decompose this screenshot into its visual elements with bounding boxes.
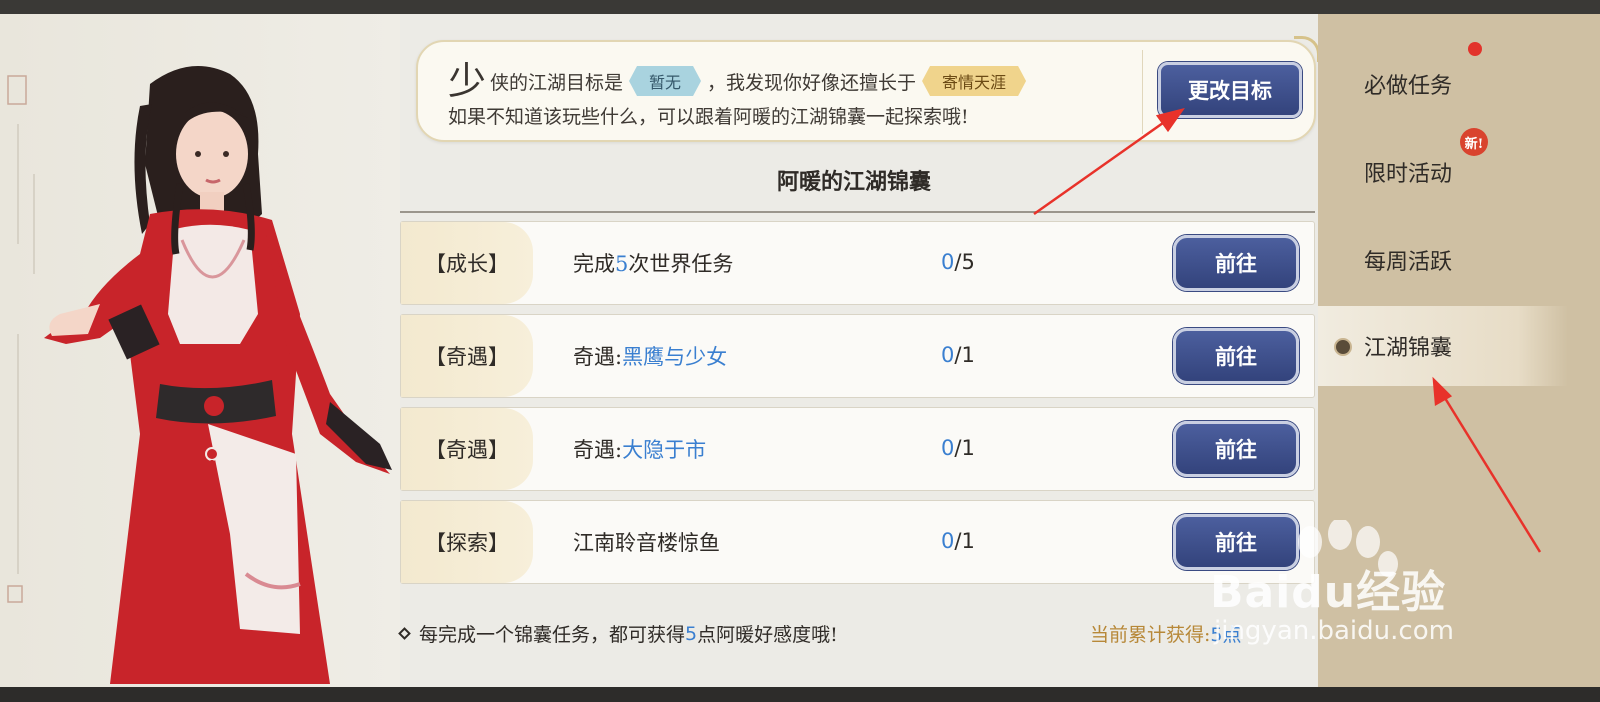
task-description: 奇遇:黑鹰与少女 — [573, 345, 728, 369]
speech-line-2: 如果不知道该玩些什么，可以跟着阿暖的江湖锦囊一起探索哦! — [448, 106, 969, 128]
nav-jianghu-tips[interactable]: 江湖锦囊 — [1318, 306, 1568, 386]
nav-required-tasks[interactable]: 必做任务 — [1318, 42, 1548, 124]
go-button[interactable]: 前往 — [1173, 421, 1299, 477]
character-illustration — [7, 66, 392, 684]
task-description: 奇遇:大隐于市 — [573, 438, 707, 462]
task-category: 【奇遇】 — [401, 408, 533, 490]
speech-text-b: ，我发现你好像还擅长于 — [707, 71, 917, 94]
skill-tag: 寄情天涯 — [922, 66, 1026, 96]
encounter-link[interactable]: 大隐于市 — [622, 438, 706, 462]
go-button[interactable]: 前往 — [1173, 328, 1299, 384]
task-category: 【探索】 — [401, 501, 533, 583]
task-category: 【成长】 — [401, 222, 533, 304]
nav-label: 限时活动 — [1364, 162, 1453, 187]
encounter-link[interactable]: 黑鹰与少女 — [622, 345, 727, 369]
task-description: 江南聆音楼惊鱼 — [573, 531, 720, 555]
speech-bubble: 少 侠的江湖目标是 暂无 ，我发现你好像还擅长于 寄情天涯 如果不知道该玩些什么… — [416, 36, 1320, 142]
task-row: 【探索】 江南聆音楼惊鱼 0/1 前往 — [400, 500, 1315, 584]
nav-limited-events[interactable]: 限时活动 新! — [1318, 128, 1548, 212]
task-list: 【成长】 完成5次世界任务 0/5 前往 【奇遇】 奇遇:黑鹰与少女 0/1 前… — [400, 221, 1315, 593]
task-progress: 0/5 — [941, 250, 975, 274]
task-row: 【奇遇】 奇遇:大隐于市 0/1 前往 — [400, 407, 1315, 491]
task-progress: 0/1 — [941, 436, 975, 460]
section-title: 阿暖的江湖锦囊 — [776, 169, 931, 195]
nav-label: 江湖锦囊 — [1364, 336, 1453, 361]
task-description: 完成5次世界任务 — [573, 252, 734, 276]
nav-label: 每周活跃 — [1364, 250, 1453, 275]
speech-line-1: 侠的江湖目标是 暂无 ，我发现你好像还擅长于 寄情天涯 — [490, 66, 1032, 96]
goal-tag: 暂无 — [629, 66, 701, 96]
speech-initial: 少 — [448, 59, 487, 103]
title-divider — [400, 211, 1315, 213]
task-row: 【成长】 完成5次世界任务 0/5 前往 — [400, 221, 1315, 305]
watermark-brand: Baidu经验 — [1210, 567, 1447, 618]
task-progress: 0/1 — [941, 343, 975, 367]
task-progress: 0/1 — [941, 529, 975, 553]
watermark-url: jingyan.baidu.com — [1214, 616, 1454, 646]
go-button[interactable]: 前往 — [1173, 235, 1299, 291]
top-border — [0, 0, 1600, 14]
nav-label: 必做任务 — [1364, 74, 1453, 99]
new-badge: 新! — [1460, 128, 1488, 156]
task-category: 【奇遇】 — [401, 315, 533, 397]
diamond-bullet-icon — [398, 627, 411, 640]
task-row: 【奇遇】 奇遇:黑鹰与少女 0/1 前往 — [400, 314, 1315, 398]
speech-text-a: 侠的江湖目标是 — [490, 71, 624, 94]
selected-coin-icon — [1334, 338, 1352, 356]
notification-dot-icon — [1468, 42, 1482, 56]
reward-note: 每完成一个锦囊任务，都可获得 5 点阿暖好感度哦! — [398, 620, 838, 647]
bottom-border — [0, 687, 1600, 702]
nav-weekly-active[interactable]: 每周活跃 — [1318, 220, 1548, 300]
change-goal-button[interactable]: 更改目标 — [1158, 62, 1302, 118]
bubble-divider — [1142, 50, 1143, 134]
character-portrait — [0, 14, 400, 687]
